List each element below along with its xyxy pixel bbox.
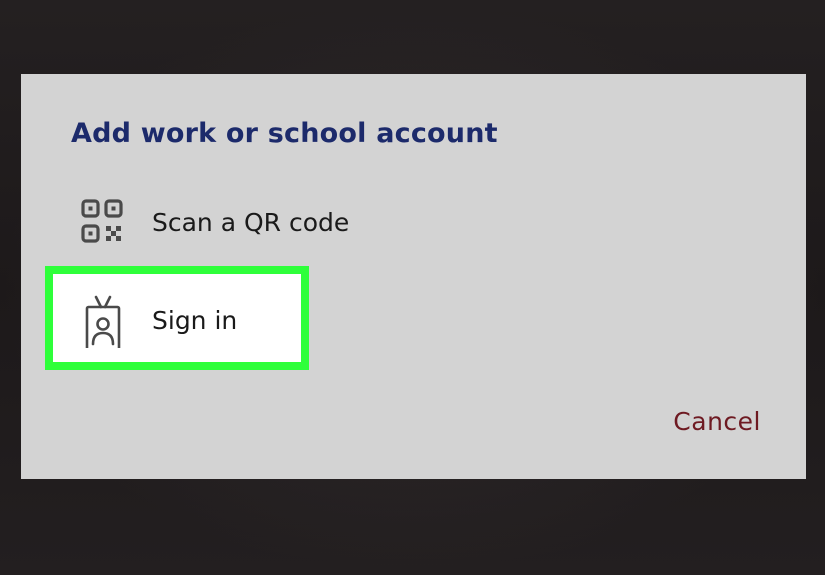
add-account-dialog: Add work or school account Scan a QR cod… (21, 74, 806, 479)
cancel-button[interactable]: Cancel (673, 407, 761, 436)
id-badge-icon (85, 295, 121, 348)
option-sign-in-label: Sign in (152, 306, 238, 335)
option-sign-in[interactable]: Sign in (21, 266, 806, 370)
option-scan-qr-code[interactable]: Scan a QR code (21, 180, 806, 264)
qr-code-icon (81, 199, 123, 243)
dialog-title: Add work or school account (71, 118, 498, 149)
option-scan-qr-code-label: Scan a QR code (152, 208, 350, 237)
